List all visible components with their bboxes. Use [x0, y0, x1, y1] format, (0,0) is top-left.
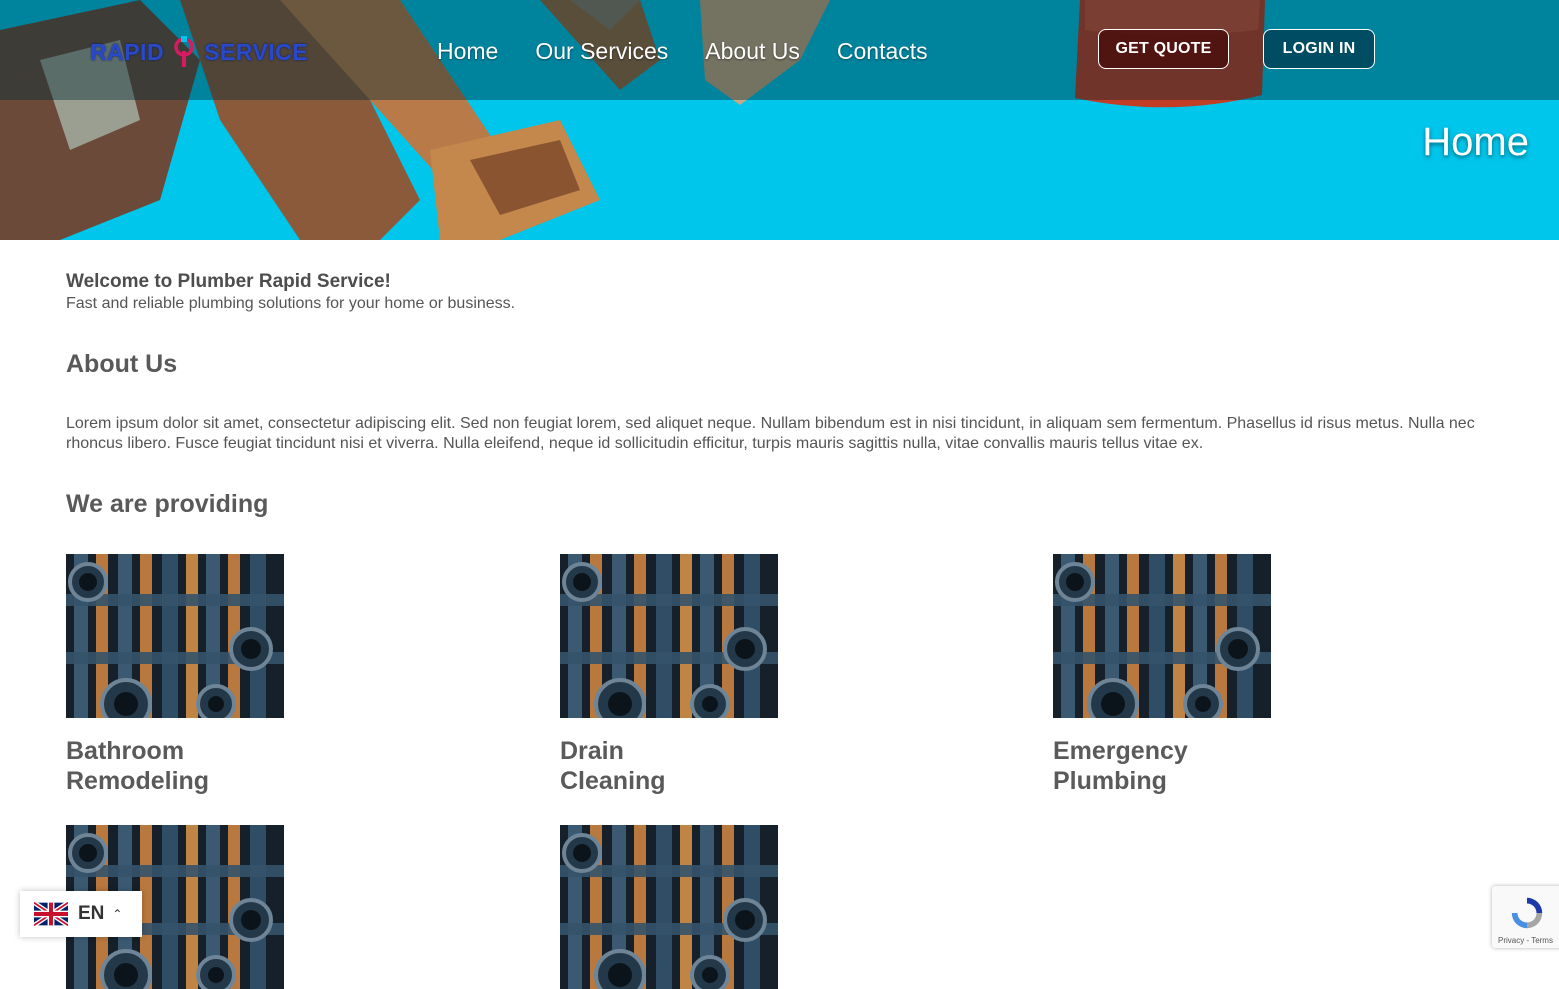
- welcome-subtitle: Fast and reliable plumbing solutions for…: [66, 295, 516, 312]
- service-title: Drain Cleaning: [560, 737, 666, 795]
- nav-our-services[interactable]: Our Services: [535, 34, 668, 68]
- logo-text-rapid: RAPID: [90, 38, 165, 65]
- recaptcha-icon: [1511, 897, 1543, 929]
- service-image: [66, 554, 284, 718]
- page-title: Home: [1422, 120, 1529, 164]
- uk-flag-icon: [34, 902, 68, 926]
- get-quote-button[interactable]: GET QUOTE: [1098, 29, 1229, 69]
- service-image: [560, 825, 778, 989]
- main-nav: Home Our Services About Us Contacts: [437, 34, 965, 68]
- nav-home[interactable]: Home: [437, 34, 498, 68]
- service-image: [560, 554, 778, 718]
- service-card-drain[interactable]: Drain Cleaning: [560, 554, 860, 796]
- service-card-5[interactable]: [560, 825, 860, 989]
- logo-text-service: SERVICE: [204, 38, 309, 65]
- language-switcher[interactable]: EN ⌃: [20, 891, 142, 937]
- about-heading: About Us: [66, 350, 178, 378]
- nav-contacts[interactable]: Contacts: [837, 34, 928, 68]
- site-logo[interactable]: RAPID SERVICE: [90, 34, 308, 70]
- service-title: Bathroom Remodeling: [66, 737, 210, 795]
- service-card-bathroom[interactable]: Bathroom Remodeling: [66, 554, 366, 796]
- login-button[interactable]: LOGIN IN: [1263, 29, 1375, 69]
- about-paragraph: Lorem ipsum dolor sit amet, consectetur …: [66, 415, 1475, 452]
- recaptcha-badge[interactable]: Privacy - Terms: [1492, 886, 1559, 948]
- recaptcha-terms[interactable]: Privacy - Terms: [1498, 936, 1553, 945]
- welcome-title: Welcome to Plumber Rapid Service!: [66, 271, 391, 292]
- nav-about-us[interactable]: About Us: [705, 34, 800, 68]
- language-code: EN: [78, 903, 105, 924]
- service-image: [1053, 554, 1271, 718]
- service-card-emergency[interactable]: Emergency Plumbing: [1053, 554, 1353, 796]
- services-heading: We are providing: [66, 490, 269, 518]
- service-title: Emergency Plumbing: [1053, 737, 1188, 795]
- chevron-up-icon: ⌃: [112, 907, 123, 921]
- hero-banner: RAPID SERVICE Home Our Services About Us…: [0, 0, 1559, 240]
- wrench-logo-icon: [174, 36, 194, 67]
